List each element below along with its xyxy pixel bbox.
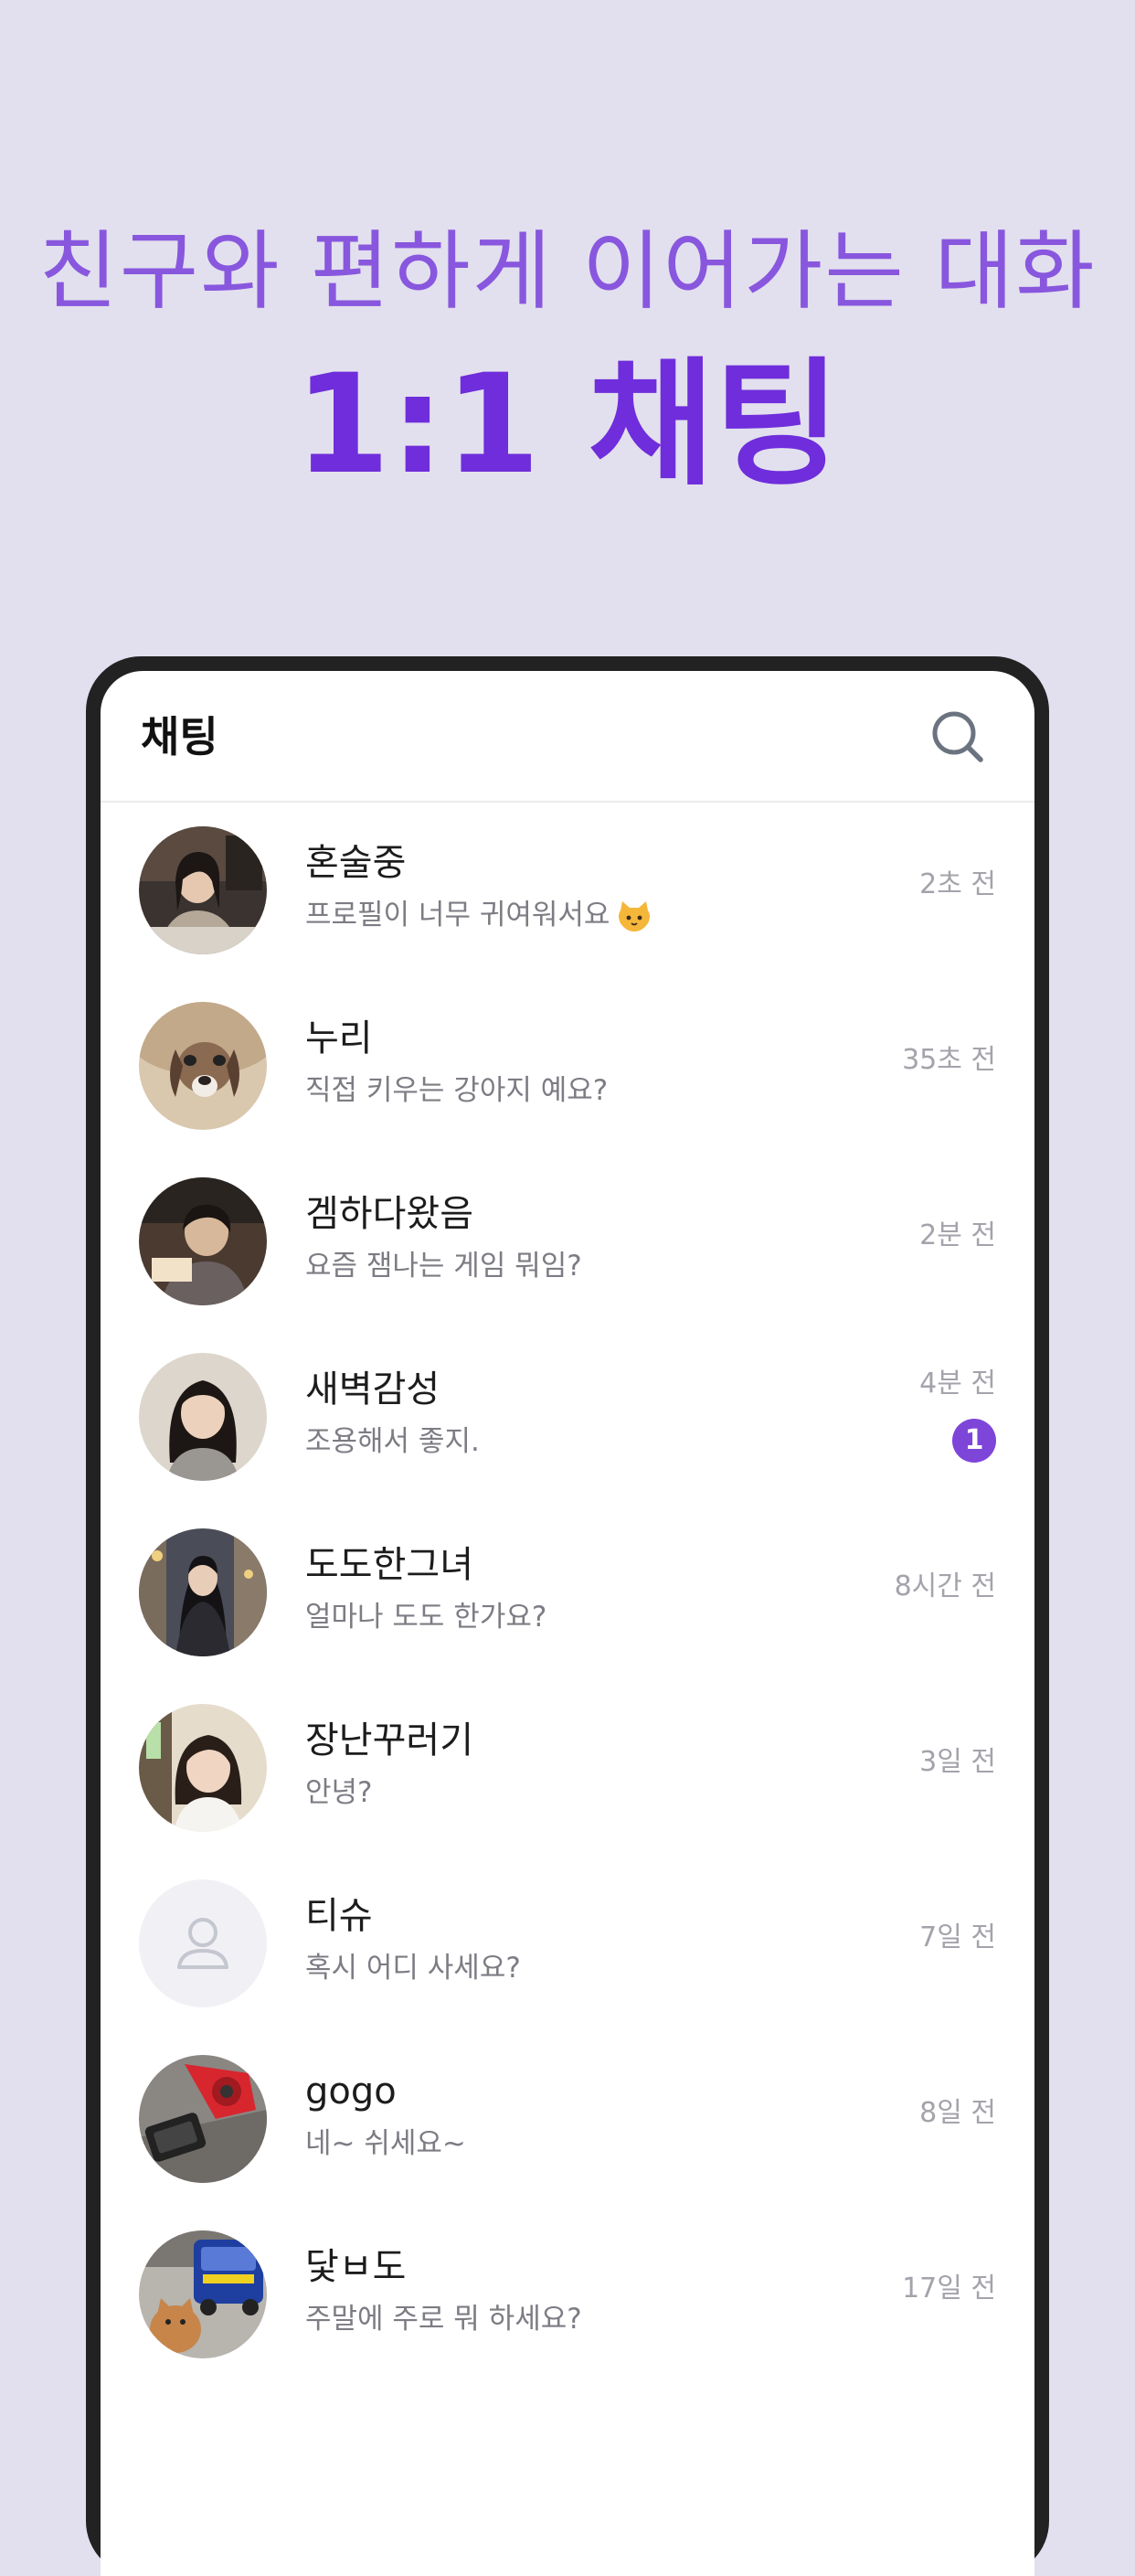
- chat-row[interactable]: 누리 직접 키우는 강아지 예요? 35초 전: [101, 978, 1034, 1154]
- chat-list: 혼술중 프로필이 너무 귀여워서요 2초 전 누리 직접 키우는 강아지 예요?…: [101, 803, 1034, 2382]
- page-title: 채팅: [141, 712, 218, 761]
- chat-time: 2분 전: [919, 1219, 996, 1251]
- avatar: [139, 1879, 267, 2007]
- chat-name: 혼술중: [305, 842, 407, 884]
- chat-message: 주말에 주로 뭐 하세요?: [305, 2303, 582, 2336]
- chat-name: 도도한그녀: [305, 1544, 473, 1586]
- chat-time: 3일 전: [919, 1746, 996, 1778]
- chat-row[interactable]: 새벽감성 조용해서 좋지. 4분 전 1: [101, 1329, 1034, 1505]
- avatar: [139, 826, 267, 954]
- chat-name: 누리: [305, 1017, 373, 1059]
- chat-time: 35초 전: [902, 1044, 996, 1076]
- cat-face-icon: [619, 900, 651, 931]
- default-user-icon: [139, 1879, 267, 2007]
- chat-time: 4분 전: [919, 1368, 996, 1400]
- avatar: [139, 2055, 267, 2183]
- chat-time: 8일 전: [919, 2097, 996, 2129]
- chat-screen: 채팅 혼술중 프로필이 너무 귀여워서요 2초 전 누리 직접 키우는 강아지 …: [101, 671, 1034, 2576]
- search-icon: [932, 711, 983, 762]
- chat-row[interactable]: gogo 네~ 쉬세요~ 8일 전: [101, 2031, 1034, 2207]
- chat-row[interactable]: 겜하다왔음 요즘 잼나는 게임 뭐임? 2분 전: [101, 1154, 1034, 1329]
- chat-message: 조용해서 좋지.: [305, 1425, 480, 1458]
- phone-frame: 채팅 혼술중 프로필이 너무 귀여워서요 2초 전 누리 직접 키우는 강아지 …: [86, 656, 1049, 2576]
- unread-badge: 1: [952, 1419, 996, 1463]
- chat-name: 티슈: [305, 1895, 373, 1937]
- chat-time: 2초 전: [919, 868, 996, 900]
- promo-title: 1:1 채팅: [294, 346, 841, 505]
- chat-message: 직접 키우는 강아지 예요?: [305, 1074, 609, 1107]
- chat-row[interactable]: 도도한그녀 얼마나 도도 한가요? 8시간 전: [101, 1505, 1034, 1680]
- chat-name: 겜하다왔음: [305, 1193, 473, 1235]
- chat-row[interactable]: 닻ㅂ도 주말에 주로 뭐 하세요? 17일 전: [101, 2207, 1034, 2382]
- chat-row[interactable]: 티슈 혹시 어디 사세요? 7일 전: [101, 1856, 1034, 2031]
- chat-name: 새벽감성: [305, 1368, 440, 1410]
- chat-time: 17일 전: [902, 2273, 996, 2305]
- avatar: [139, 1177, 267, 1305]
- avatar: [139, 1002, 267, 1130]
- chat-row[interactable]: 혼술중 프로필이 너무 귀여워서요 2초 전: [101, 803, 1034, 978]
- chat-message: 안녕?: [305, 1776, 373, 1809]
- chat-header: 채팅: [101, 671, 1034, 803]
- chat-message: 얼마나 도도 한가요?: [305, 1601, 547, 1634]
- chat-message: 프로필이 너무 귀여워서요: [305, 896, 652, 934]
- chat-row[interactable]: 장난꾸러기 안녕? 3일 전: [101, 1680, 1034, 1856]
- chat-message: 네~ 쉬세요~: [305, 2127, 466, 2160]
- chat-time: 7일 전: [919, 1921, 996, 1953]
- chat-message: 혹시 어디 사세요?: [305, 1952, 521, 1985]
- chat-time: 8시간 전: [894, 1570, 996, 1602]
- chat-name: gogo: [305, 2070, 397, 2113]
- search-button[interactable]: [925, 704, 991, 770]
- promo-subtitle: 친구와 편하게 이어가는 대화: [38, 222, 1097, 322]
- chat-message: 요즘 잼나는 게임 뭐임?: [305, 1250, 582, 1283]
- avatar: [139, 1704, 267, 1832]
- avatar: [139, 1528, 267, 1656]
- avatar: [139, 2230, 267, 2358]
- chat-name: 닻ㅂ도: [305, 2246, 407, 2288]
- avatar: [139, 1353, 267, 1481]
- chat-name: 장난꾸러기: [305, 1719, 473, 1762]
